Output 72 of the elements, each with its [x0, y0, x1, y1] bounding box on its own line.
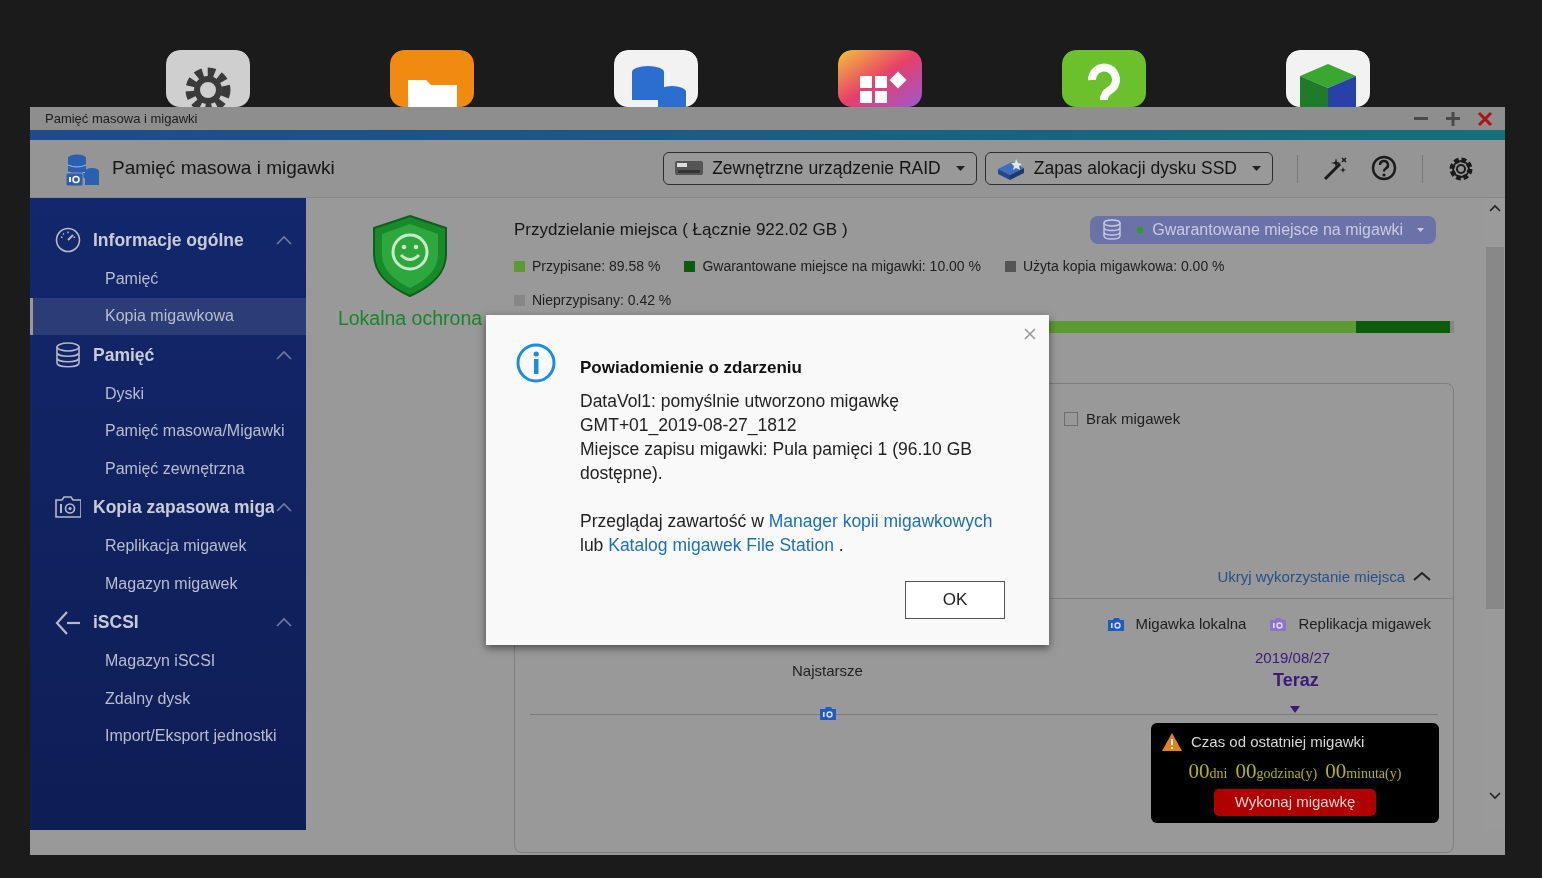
- folder-icon[interactable]: [390, 50, 474, 107]
- sidebar-item[interactable]: Import/Eksport jednostki: [30, 717, 306, 755]
- legend-label: Przypisane: 89.58 %: [532, 257, 661, 276]
- shield-icon: [370, 214, 450, 298]
- time-counter: 00minuta(y): [1325, 757, 1402, 785]
- chevron-icon[interactable]: [276, 234, 292, 246]
- scroll-down-icon[interactable]: [1489, 791, 1501, 800]
- allocation-title: Przydzielanie miejsca ( Łącznie 922.02 GB ): [514, 219, 848, 242]
- maximize-icon[interactable]: [1445, 110, 1461, 127]
- iscsi-icon: [55, 609, 81, 636]
- legend-label: Migawka lokalna: [1135, 614, 1247, 634]
- window-title: Pamięć masowa i migawki: [45, 109, 198, 128]
- legend-label: Replikacja migawek: [1298, 614, 1431, 634]
- scrollbar-thumb[interactable]: [1486, 247, 1504, 609]
- database-icon: [1102, 219, 1123, 241]
- time-counter: 00dni: [1188, 757, 1228, 785]
- ok-button[interactable]: OK: [905, 580, 1005, 619]
- help-icon[interactable]: [1371, 155, 1398, 182]
- sidebar-item[interactable]: Pamięć: [30, 260, 306, 298]
- protection-status: Lokalna ochrona: [337, 306, 483, 331]
- database-icon[interactable]: [614, 50, 698, 107]
- sidebar-item[interactable]: Magazyn iSCSI: [30, 642, 306, 680]
- close-icon[interactable]: [1023, 327, 1037, 341]
- checkbox-label: Brak migawek: [1086, 409, 1181, 429]
- timeline-now: Teraz: [1273, 669, 1319, 692]
- chevron-icon[interactable]: [276, 349, 292, 361]
- snapshot-manager-link[interactable]: Manager kopii migawkowych: [768, 510, 993, 531]
- legend-label: Użyta kopia migawkowa: 0.00 %: [1023, 257, 1225, 276]
- gear-icon[interactable]: [166, 50, 250, 107]
- caret-icon: [954, 165, 966, 172]
- legend-label: Nieprzypisany: 0.42 %: [532, 291, 672, 310]
- dialog-message: DataVol1: pomyślnie utworzono migawkę GMT+01_2019-08-27_1812: [580, 389, 901, 437]
- camera-icon: [55, 494, 81, 521]
- cube-icon[interactable]: [1286, 50, 1370, 107]
- timeline-date: 2019/08/27: [1255, 648, 1331, 668]
- magic-wand-icon[interactable]: [1322, 155, 1349, 182]
- dropdown-button[interactable]: Zapas alokacji dysku SSD: [984, 152, 1273, 185]
- info-icon: [516, 343, 556, 383]
- caret-icon: [1417, 228, 1424, 232]
- app-title: Pamięć masowa i migawki: [112, 156, 335, 181]
- sidebar-section[interactable]: iSCSI: [30, 602, 306, 643]
- chevron-icon[interactable]: [1413, 571, 1431, 583]
- sidebar-item[interactable]: Replikacja migawek: [30, 527, 306, 565]
- sidebar-item[interactable]: Zdalny dysk: [30, 680, 306, 718]
- time-counter: 00godzina(y): [1235, 757, 1318, 785]
- sidebar-item[interactable]: Pamięć zewnętrzna: [30, 450, 306, 488]
- dropdown-button[interactable]: Zewnętrzne urządzenie RAID: [663, 152, 977, 185]
- legend-label: Gwarantowane miejsce na migawki: 10.00 %: [702, 257, 981, 276]
- tooltip-title: Czas od ostatniej migawki: [1191, 732, 1365, 752]
- dialog-message: Miejsce zapisu migawki: Pula pamięci 1 (96.10 GB dostępne).: [580, 437, 973, 485]
- scroll-up-icon[interactable]: [1489, 204, 1501, 213]
- timeline-label: Najstarsze: [792, 661, 863, 681]
- caret-icon: [1251, 165, 1262, 172]
- sidebar-item[interactable]: Kopia migawkowa: [30, 297, 306, 335]
- gauge-icon: [55, 227, 81, 253]
- sidebar-section[interactable]: Pamięć: [30, 335, 306, 375]
- sidebar-item[interactable]: Pamięć masowa/Migawki: [30, 412, 306, 450]
- sidebar-section[interactable]: Informacje ogólne: [30, 220, 306, 260]
- dialog-title: Powiadomienie o zdarzeniu: [580, 357, 803, 379]
- warning-icon: [1161, 732, 1183, 753]
- file-station-link[interactable]: Katalog migawek File Station: [608, 534, 834, 555]
- chevron-icon[interactable]: [276, 502, 292, 513]
- dialog-message: Przeglądaj zawartość w Manager kopii migawkowych lub Katalog migawek File Station .: [580, 509, 994, 557]
- sidebar-item[interactable]: Magazyn migawek: [30, 565, 306, 603]
- snapshot-marker-icon: [820, 707, 836, 720]
- sidebar-item[interactable]: Dyski: [30, 375, 306, 413]
- grid-icon[interactable]: [838, 50, 922, 107]
- database-icon: [55, 342, 81, 368]
- question-icon[interactable]: [1062, 50, 1146, 107]
- checkbox[interactable]: [1064, 412, 1078, 427]
- chevron-icon[interactable]: [276, 617, 292, 628]
- take-snapshot-button[interactable]: Wykonaj migawkę: [1214, 789, 1376, 816]
